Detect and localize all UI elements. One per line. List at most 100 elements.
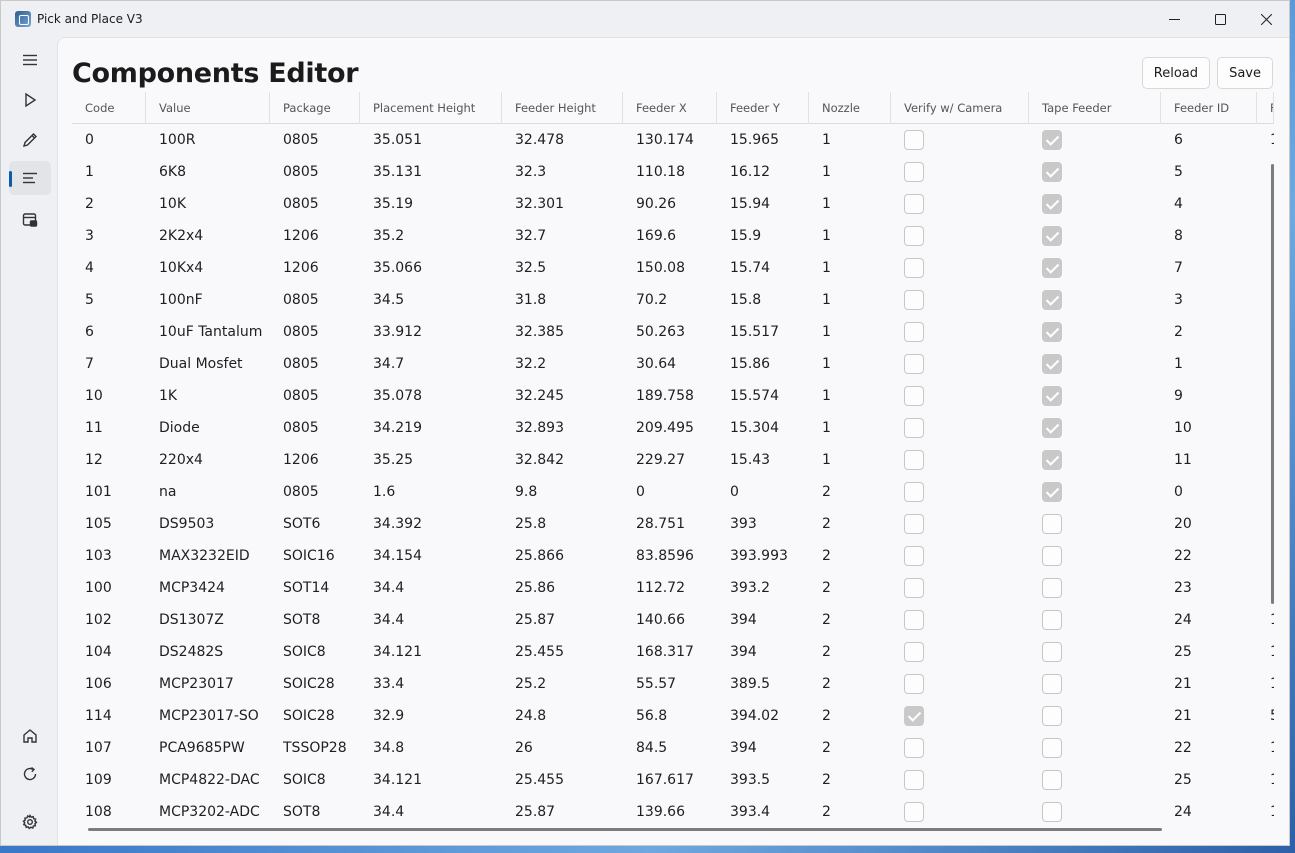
table-cell[interactable]: 0805 [270,316,360,348]
table-cell[interactable]: 24.8 [502,700,623,732]
verify-camera-checkbox[interactable] [904,386,924,406]
verify-camera-checkbox[interactable] [904,482,924,502]
table-row[interactable]: 106MCP23017SOIC2833.425.255.57389.52 211 [72,668,1274,700]
verify-camera-checkbox[interactable] [904,674,924,694]
table-cell[interactable]: 90.26 [623,188,717,220]
table-cell[interactable]: 0 [1161,476,1257,508]
table-cell[interactable]: 32.842 [502,444,623,476]
reload-button[interactable]: Reload [1141,57,1210,89]
table-cell[interactable]: 100R [146,124,270,156]
table-cell[interactable]: 32.385 [502,316,623,348]
table-cell[interactable]: 1 [1257,764,1274,796]
table-cell[interactable]: 3 [72,220,146,252]
maximize-button[interactable] [1197,1,1243,37]
save-button[interactable]: Save [1217,57,1273,89]
table-cell[interactable]: 0805 [270,284,360,316]
tape-feeder-checkbox[interactable] [1042,450,1062,470]
table-cell[interactable]: 0805 [270,380,360,412]
table-row[interactable]: 6 10uF Tantalum 0805 33.912 32.385 50.263 15.5… [72,316,1274,348]
table-row[interactable]: 100MCP3424SOT1434.425.86112.72393.22231 [72,572,1274,604]
table-cell[interactable]: 130.174 [623,124,717,156]
table-cell[interactable]: 34.5 [360,284,502,316]
column-header[interactable]: Nozzle [809,92,891,124]
verify-camera-checkbox[interactable] [904,450,924,470]
table-cell[interactable]: 1 [809,412,891,444]
table-cell[interactable]: 393 [717,508,809,540]
table-cell[interactable]: 10K [146,188,270,220]
tape-feeder-checkbox[interactable] [1042,610,1062,630]
table-cell[interactable]: 394.02 [717,700,809,732]
table-cell[interactable]: 112.72 [623,572,717,604]
table-cell[interactable]: 1 [72,156,146,188]
table-cell[interactable]: SOIC8 [270,764,360,796]
table-cell[interactable]: 5 [1257,700,1274,732]
table-row[interactable]: 114 MCP23017-SO SOIC28 32.9 24.8 56.8 394.02 2 2… [72,700,1274,732]
tape-feeder-checkbox[interactable] [1042,290,1062,310]
table-cell[interactable]: 110.18 [623,156,717,188]
verify-camera-checkbox[interactable] [904,514,924,534]
table-cell[interactable]: 2 [809,764,891,796]
table-row[interactable]: 16K8080535.13132.3110.1816.12151 [72,156,1274,188]
table-cell[interactable]: 394 [717,604,809,636]
table-cell[interactable]: 1 [809,316,891,348]
table-cell[interactable]: 32.893 [502,412,623,444]
table-row[interactable]: 7Dual Mosfet080534.732.230.6415.86111 [72,348,1274,380]
table-cell[interactable]: 0805 [270,476,360,508]
table-cell[interactable]: 55.57 [623,668,717,700]
table-cell[interactable]: 33.912 [360,316,502,348]
table-cell[interactable]: 1 [1257,732,1274,764]
table-row[interactable]: 0100R080535.05132.478130.17415.965161 [72,124,1274,156]
column-header[interactable]: Code [72,92,146,124]
verify-camera-checkbox[interactable] [904,322,924,342]
table-cell[interactable]: 0 [717,476,809,508]
table-cell[interactable]: 389.5 [717,668,809,700]
table-cell[interactable]: DS1307Z [146,604,270,636]
horizontal-scrollbar[interactable] [88,828,1162,831]
table-row[interactable]: 104 DS2482S SOIC8 34.121 25.455 168.317 394 2 25… [72,636,1274,668]
table-cell[interactable]: SOT6 [270,508,360,540]
column-header[interactable]: F [1257,92,1274,124]
verify-camera-checkbox[interactable] [904,258,924,278]
table-cell[interactable]: 32.5 [502,252,623,284]
table-cell[interactable]: 35.2 [360,220,502,252]
table-cell[interactable]: PCA9685PW [146,732,270,764]
table-cell[interactable]: Dual Mosfet [146,348,270,380]
nav-settings-button[interactable] [9,805,51,839]
table-row[interactable]: 12220x4120635.2532.842229.2715.431111 [72,444,1274,476]
table-cell[interactable]: SOIC16 [270,540,360,572]
tape-feeder-checkbox[interactable] [1042,738,1062,758]
table-cell[interactable]: 20 [1161,508,1257,540]
table-cell[interactable]: 0805 [270,348,360,380]
table-cell[interactable]: 2 [809,700,891,732]
table-row[interactable]: 101na08051.69.800201 [72,476,1274,508]
table-row[interactable]: 103 MAX3232EID SOIC16 34.154 25.866 83.8596 39… [72,540,1274,572]
column-header[interactable]: Feeder ID [1161,92,1257,124]
table-cell[interactable]: 34.154 [360,540,502,572]
table-cell[interactable]: 34.4 [360,572,502,604]
table-cell[interactable]: 11 [1161,444,1257,476]
nav-edit-button[interactable] [9,123,51,157]
table-cell[interactable]: 9.8 [502,476,623,508]
nav-refresh-button[interactable] [9,757,51,791]
table-cell[interactable]: 107 [72,732,146,764]
table-cell[interactable]: 2 [809,540,891,572]
table-cell[interactable]: 15.8 [717,284,809,316]
table-cell[interactable]: 7 [1161,252,1257,284]
table-cell[interactable]: 100 [72,572,146,604]
table-cell[interactable]: 1 [809,348,891,380]
verify-camera-checkbox[interactable] [904,418,924,438]
table-cell[interactable]: 2 [809,732,891,764]
table-cell[interactable]: 32.3 [502,156,623,188]
verify-camera-checkbox[interactable] [904,226,924,246]
table-cell[interactable]: 393.5 [717,764,809,796]
column-header[interactable]: Feeder Height [502,92,623,124]
table-cell[interactable]: 139.66 [623,796,717,828]
table-cell[interactable]: 70.2 [623,284,717,316]
table-cell[interactable]: 15.9 [717,220,809,252]
tape-feeder-checkbox[interactable] [1042,706,1062,726]
table-cell[interactable]: 35.051 [360,124,502,156]
table-cell[interactable]: 25.866 [502,540,623,572]
table-cell[interactable]: 220x4 [146,444,270,476]
table-cell[interactable]: 25.87 [502,796,623,828]
table-cell[interactable]: DS9503 [146,508,270,540]
